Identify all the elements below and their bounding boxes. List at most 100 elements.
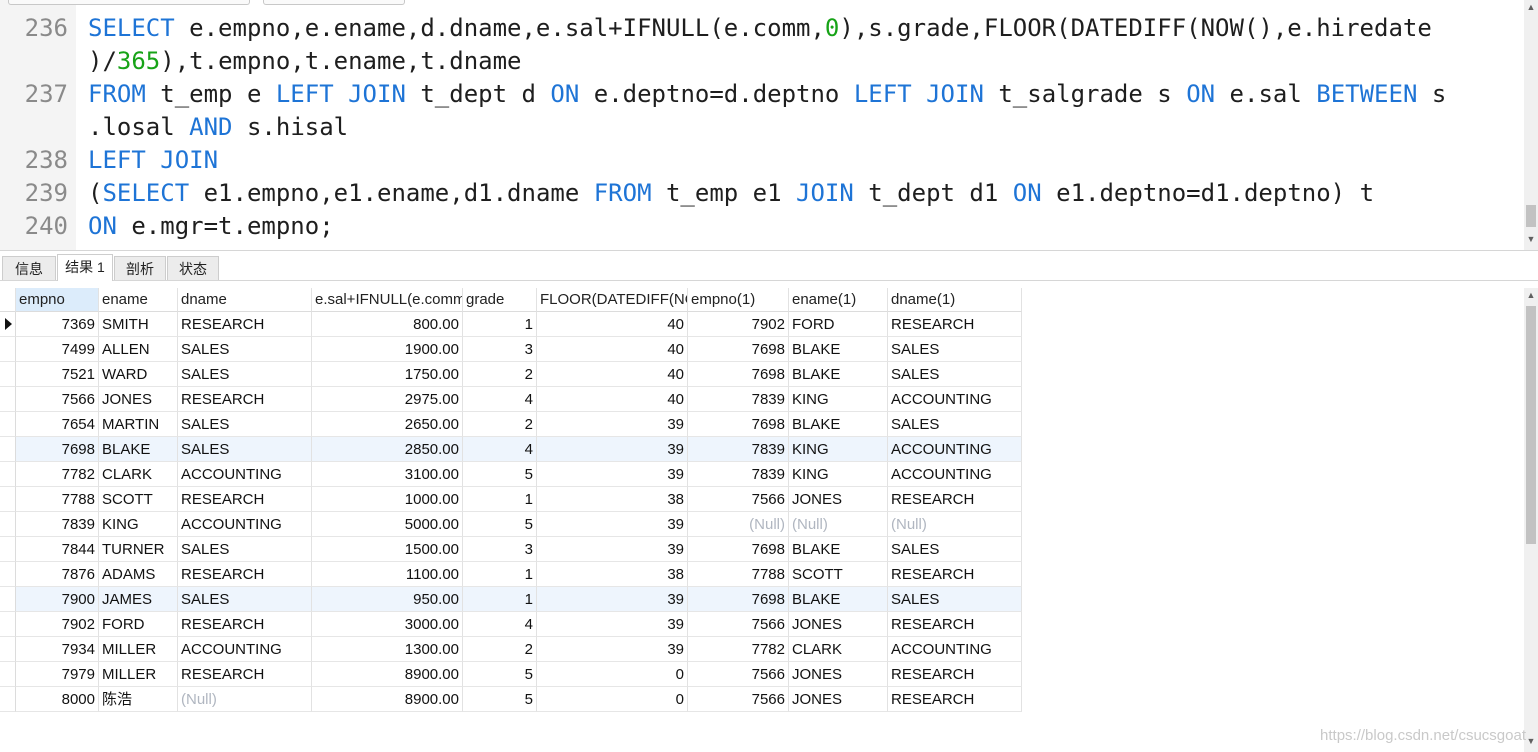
table-cell[interactable]: 7782 bbox=[688, 637, 789, 662]
row-header[interactable] bbox=[0, 512, 16, 537]
table-cell[interactable]: KING bbox=[789, 387, 888, 412]
table-cell[interactable]: 2 bbox=[463, 412, 537, 437]
table-cell[interactable]: (Null) bbox=[178, 687, 312, 712]
table-cell[interactable]: WARD bbox=[99, 362, 178, 387]
table-row[interactable]: 8000 陈浩 (Null) 8900.00 5 0 7566 JONES RESEARCH bbox=[0, 687, 1022, 712]
table-cell[interactable]: 8900.00 bbox=[312, 662, 463, 687]
table-cell[interactable]: (Null) bbox=[789, 512, 888, 537]
column-header[interactable]: grade bbox=[463, 288, 537, 312]
code-line[interactable]: 236 SELECT e.empno,e.ename,d.dname,e.sal+… bbox=[0, 12, 1520, 45]
row-header[interactable] bbox=[0, 662, 16, 687]
code-text[interactable]: SELECT e.empno,e.ename,d.dname,e.sal+IFN… bbox=[88, 12, 1432, 45]
table-cell[interactable]: 7902 bbox=[688, 312, 789, 337]
table-cell[interactable]: 7782 bbox=[16, 462, 99, 487]
column-header[interactable]: empno(1) bbox=[688, 288, 789, 312]
table-cell[interactable]: 7902 bbox=[16, 612, 99, 637]
table-cell[interactable]: RESEARCH bbox=[178, 612, 312, 637]
table-cell[interactable]: 2 bbox=[463, 362, 537, 387]
column-header[interactable]: ename(1) bbox=[789, 288, 888, 312]
table-cell[interactable]: 40 bbox=[537, 387, 688, 412]
code-line[interactable]: )/365),t.empno,t.ename,t.dname bbox=[0, 45, 1520, 78]
table-cell[interactable]: SMITH bbox=[99, 312, 178, 337]
table-row[interactable]: 7698 BLAKE SALES 2850.00 4 39 7839 KING ACCOUNTI… bbox=[0, 437, 1022, 462]
table-cell[interactable]: 39 bbox=[537, 637, 688, 662]
table-cell[interactable]: 2650.00 bbox=[312, 412, 463, 437]
table-cell[interactable]: RESEARCH bbox=[178, 562, 312, 587]
table-row[interactable]: 7499 ALLEN SALES 1900.00 3 40 7698 BLAKE SALES bbox=[0, 337, 1022, 362]
tab-profile[interactable]: 剖析 bbox=[114, 256, 166, 280]
table-cell[interactable]: 7566 bbox=[688, 687, 789, 712]
code-text[interactable]: .losal AND s.hisal bbox=[88, 111, 348, 144]
code-line[interactable]: 237 FROM t_emp e LEFT JOIN t_dept d ON e.… bbox=[0, 78, 1520, 111]
column-header[interactable]: dname bbox=[178, 288, 312, 312]
table-cell[interactable]: ACCOUNTING bbox=[888, 462, 1022, 487]
table-cell[interactable]: 1100.00 bbox=[312, 562, 463, 587]
table-cell[interactable]: 40 bbox=[537, 337, 688, 362]
row-header[interactable] bbox=[0, 537, 16, 562]
row-header[interactable] bbox=[0, 612, 16, 637]
table-cell[interactable]: SALES bbox=[178, 362, 312, 387]
table-cell[interactable]: 7566 bbox=[688, 612, 789, 637]
table-cell[interactable]: 7521 bbox=[16, 362, 99, 387]
table-cell[interactable]: 39 bbox=[537, 587, 688, 612]
table-cell[interactable]: 7566 bbox=[16, 387, 99, 412]
table-cell[interactable]: ACCOUNTING bbox=[178, 462, 312, 487]
row-header[interactable] bbox=[0, 337, 16, 362]
table-cell[interactable]: 3 bbox=[463, 537, 537, 562]
table-cell[interactable]: (Null) bbox=[688, 512, 789, 537]
table-cell[interactable]: 1 bbox=[463, 487, 537, 512]
table-cell[interactable]: 陈浩 bbox=[99, 687, 178, 712]
table-cell[interactable]: 1 bbox=[463, 587, 537, 612]
table-cell[interactable]: SCOTT bbox=[789, 562, 888, 587]
table-cell[interactable]: FORD bbox=[789, 312, 888, 337]
scroll-up-icon[interactable]: ▲ bbox=[1526, 2, 1536, 12]
code-line[interactable]: 240 ON e.mgr=t.empno; bbox=[0, 210, 1520, 243]
table-cell[interactable]: BLAKE bbox=[789, 412, 888, 437]
editor-scroll-thumb[interactable] bbox=[1526, 205, 1536, 227]
table-cell[interactable]: 7844 bbox=[16, 537, 99, 562]
table-row[interactable]: 7566 JONES RESEARCH 2975.00 4 40 7839 KING ACCOU… bbox=[0, 387, 1022, 412]
row-header[interactable] bbox=[0, 437, 16, 462]
table-cell[interactable]: SCOTT bbox=[99, 487, 178, 512]
table-cell[interactable]: 7369 bbox=[16, 312, 99, 337]
table-cell[interactable]: 5 bbox=[463, 687, 537, 712]
table-cell[interactable]: BLAKE bbox=[789, 537, 888, 562]
table-cell[interactable]: (Null) bbox=[888, 512, 1022, 537]
table-cell[interactable]: 7566 bbox=[688, 487, 789, 512]
column-header[interactable]: e.sal+IFNULL(e.comm bbox=[312, 288, 463, 312]
scroll-down-icon[interactable]: ▼ bbox=[1526, 234, 1536, 244]
row-header[interactable] bbox=[0, 487, 16, 512]
table-cell[interactable]: RESEARCH bbox=[888, 687, 1022, 712]
table-cell[interactable]: 1900.00 bbox=[312, 337, 463, 362]
tab-result-1[interactable]: 结果 1 bbox=[57, 254, 113, 281]
table-cell[interactable]: 7788 bbox=[16, 487, 99, 512]
table-row[interactable]: 7934 MILLER ACCOUNTING 1300.00 2 39 7782 CLARK A… bbox=[0, 637, 1022, 662]
table-cell[interactable]: 7876 bbox=[16, 562, 99, 587]
code-line[interactable]: .losal AND s.hisal bbox=[0, 111, 1520, 144]
table-cell[interactable]: ACCOUNTING bbox=[888, 637, 1022, 662]
table-cell[interactable]: 39 bbox=[537, 437, 688, 462]
table-cell[interactable]: 5 bbox=[463, 662, 537, 687]
table-cell[interactable]: RESEARCH bbox=[178, 487, 312, 512]
table-cell[interactable]: 8000 bbox=[16, 687, 99, 712]
table-row[interactable]: 7902 FORD RESEARCH 3000.00 4 39 7566 JONES RESEA… bbox=[0, 612, 1022, 637]
table-cell[interactable]: CLARK bbox=[789, 637, 888, 662]
code-text[interactable]: ON e.mgr=t.empno; bbox=[88, 210, 334, 243]
table-cell[interactable]: 7788 bbox=[688, 562, 789, 587]
table-cell[interactable]: 1750.00 bbox=[312, 362, 463, 387]
grid-corner[interactable] bbox=[0, 288, 16, 312]
table-cell[interactable]: 7900 bbox=[16, 587, 99, 612]
scroll-down-icon[interactable]: ▼ bbox=[1526, 736, 1536, 746]
table-cell[interactable]: 7499 bbox=[16, 337, 99, 362]
table-cell[interactable]: 39 bbox=[537, 537, 688, 562]
table-cell[interactable]: 4 bbox=[463, 612, 537, 637]
table-cell[interactable]: FORD bbox=[99, 612, 178, 637]
table-cell[interactable]: RESEARCH bbox=[178, 387, 312, 412]
table-cell[interactable]: 39 bbox=[537, 612, 688, 637]
table-cell[interactable]: 7698 bbox=[688, 337, 789, 362]
column-header[interactable]: ename bbox=[99, 288, 178, 312]
table-cell[interactable]: RESEARCH bbox=[888, 487, 1022, 512]
table-cell[interactable]: 5 bbox=[463, 512, 537, 537]
table-cell[interactable]: CLARK bbox=[99, 462, 178, 487]
code-line[interactable]: 239 (SELECT e1.empno,e1.ename,d1.dname FR… bbox=[0, 177, 1520, 210]
